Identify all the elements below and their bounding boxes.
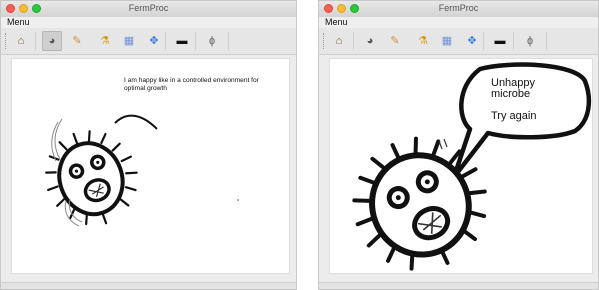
status-bar	[319, 282, 598, 289]
puzzle-icon[interactable]: ✥	[144, 31, 164, 51]
right-app-window: FermProc Menu ⌂ ◕ ✎ ⚗ ▦ ✥ ▬ ɸ Unhappy mi…	[318, 0, 599, 290]
status-message: I am happy like in a controlled environm…	[124, 77, 259, 92]
bubble-line-1: Unhappy microbe	[491, 77, 536, 100]
microbe-icon[interactable]: ◕	[42, 31, 62, 51]
toolbar-separator	[546, 32, 547, 50]
toolbar-separator	[513, 32, 514, 50]
toolbar-grip[interactable]	[5, 33, 8, 49]
flask-icon[interactable]: ⚗	[413, 31, 433, 51]
pencil-icon[interactable]: ✎	[67, 31, 87, 51]
toolbar-separator	[483, 32, 484, 50]
pencil-icon[interactable]: ✎	[385, 31, 405, 51]
window-title: FermProc	[128, 3, 169, 13]
toolbar: ⌂ ◕ ✎ ⚗ ▦ ✥ ▬ ɸ	[319, 28, 598, 55]
menu-item[interactable]: Menu	[325, 17, 348, 28]
toolbar-grip[interactable]	[323, 33, 326, 49]
grid-icon[interactable]: ▦	[119, 31, 139, 51]
probe-icon[interactable]: ɸ	[520, 31, 540, 51]
battery-icon[interactable]: ▬	[172, 31, 192, 51]
microbe-icon[interactable]: ◕	[360, 31, 380, 51]
menu-bar: Menu	[1, 17, 296, 28]
bubble-line-2: Try again	[491, 110, 537, 122]
home-icon[interactable]: ⌂	[11, 31, 31, 51]
grid-icon[interactable]: ▦	[437, 31, 457, 51]
toolbar: ⌂ ◕ ✎ ⚗ ▦ ✥ ▬ ɸ	[1, 28, 296, 55]
puzzle-icon[interactable]: ✥	[462, 31, 482, 51]
battery-icon[interactable]: ▬	[490, 31, 510, 51]
drawing-canvas[interactable]: Unhappy microbe Try again	[329, 58, 593, 274]
flask-icon[interactable]: ⚗	[95, 31, 115, 51]
menu-bar: Menu	[319, 17, 598, 28]
drawing-canvas[interactable]: I am happy like in a controlled environm…	[11, 58, 290, 274]
toolbar-separator	[35, 32, 36, 50]
home-icon[interactable]: ⌂	[329, 31, 349, 51]
toolbar-separator	[353, 32, 354, 50]
toolbar-separator	[165, 32, 166, 50]
menu-item[interactable]: Menu	[7, 17, 30, 28]
window-title: FermProc	[438, 3, 479, 13]
title-bar: FermProc	[1, 1, 296, 18]
toolbar-separator	[195, 32, 196, 50]
left-app-window: FermProc Menu ⌂ ◕ ✎ ⚗ ▦ ✥ ▬ ɸ I am happy…	[0, 0, 297, 290]
status-bar	[1, 282, 296, 289]
toolbar-separator	[228, 32, 229, 50]
title-bar: FermProc	[319, 1, 598, 18]
speech-bubble-text: Unhappy microbe Try again	[491, 78, 571, 122]
probe-icon[interactable]: ɸ	[202, 31, 222, 51]
